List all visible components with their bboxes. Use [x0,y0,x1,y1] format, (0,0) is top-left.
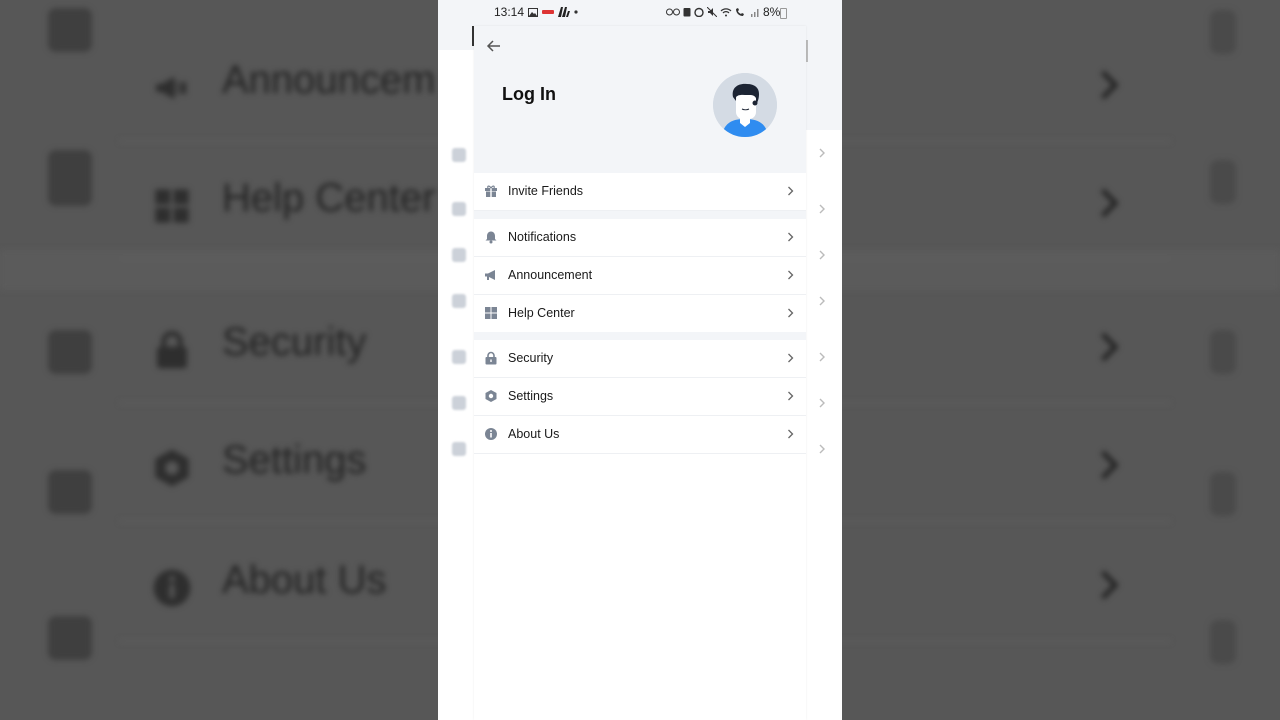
menu-item-label: Settings [508,389,554,403]
chevron-right-icon [788,270,794,280]
app-badge-icon [542,10,554,14]
avatar[interactable] [713,73,777,137]
menu-item-notifications[interactable]: Notifications [474,219,806,257]
status-bar: 13:14 8% [438,0,842,26]
app-logo-icon [558,7,570,17]
ghost-panel-left [438,130,474,460]
menu-section-invite: Invite Friends [474,173,806,211]
ghost-panel-right [806,130,842,460]
bg-label: Help Center [222,176,436,220]
chevron-right-icon [788,232,794,242]
menu-item-label: Security [508,351,554,365]
info-icon [485,428,497,440]
ghost-panel-left [438,50,474,130]
chevron-right-icon [1100,450,1119,480]
megaphone-icon [156,76,187,100]
hexagon-gear-icon [155,449,189,487]
back-arrow-icon[interactable] [484,36,504,56]
system-icons [666,7,760,17]
menu-item-settings[interactable]: Settings [474,378,806,416]
chevron-right-icon [1100,570,1119,600]
phone-screen: 13:14 8% Log In Invite Friends Notificat… [438,0,842,720]
menu-item-label: Invite Friends [508,184,584,198]
lock-icon [157,330,187,369]
gift-icon [485,185,497,197]
menu-item-help-center[interactable]: Help Center [474,295,806,333]
wifi-call-icon [736,8,744,16]
bg-label: Settings [222,438,367,482]
account-drawer: Log In Invite Friends Notifications Anno… [474,26,806,720]
bg-label: About Us [222,558,387,602]
ghost-panel-right [806,26,842,130]
alarm-icon [694,7,704,17]
chevron-right-icon [1100,188,1119,218]
menu-item-announcement[interactable]: Announcement [474,257,806,295]
bell-icon [485,231,497,244]
battery-level: 8% [763,5,781,19]
chevron-right-icon [788,186,794,196]
info-icon [153,569,191,607]
chevron-right-icon [788,308,794,318]
dot-icon [574,10,578,14]
chevron-right-icon [788,391,794,401]
menu-item-label: Notifications [508,230,577,244]
megaphone-icon [485,270,495,280]
user-avatar-icon [713,73,777,137]
hexagon-gear-icon [485,390,497,402]
ghost-panel-left [438,26,474,50]
section-divider [474,332,806,340]
section-divider [474,211,806,219]
grid-icon [485,307,497,319]
image-icon [528,7,538,17]
chevron-right-icon [1100,70,1119,100]
menu-section-info: Notifications Announcement Help Center [474,219,806,333]
menu-section-account: Security Settings About Us [474,340,806,454]
chevron-right-icon [788,353,794,363]
signal-icon [751,9,759,17]
notification-icons [528,7,578,17]
battery-icon [780,8,787,19]
menu-item-about-us[interactable]: About Us [474,416,806,454]
bg-label: Security [222,320,367,364]
menu-item-security[interactable]: Security [474,340,806,378]
bg-label: Announcem [222,58,436,102]
menu-item-label: About Us [508,427,560,441]
link-icon [666,8,680,16]
status-time: 13:14 [494,5,525,19]
wifi-icon [720,8,732,17]
lock-icon [485,351,497,365]
chevron-right-icon [788,429,794,439]
menu-item-label: Help Center [508,306,575,320]
chevron-right-icon [1100,332,1119,362]
menu-item-label: Announcement [508,268,593,282]
battery-saver-icon [683,8,691,17]
grid-icon [155,189,189,223]
menu-item-invite-friends[interactable]: Invite Friends [474,173,806,211]
profile-header: Log In [474,26,806,173]
login-link[interactable]: Log In [502,84,556,105]
mute-icon [707,7,717,17]
